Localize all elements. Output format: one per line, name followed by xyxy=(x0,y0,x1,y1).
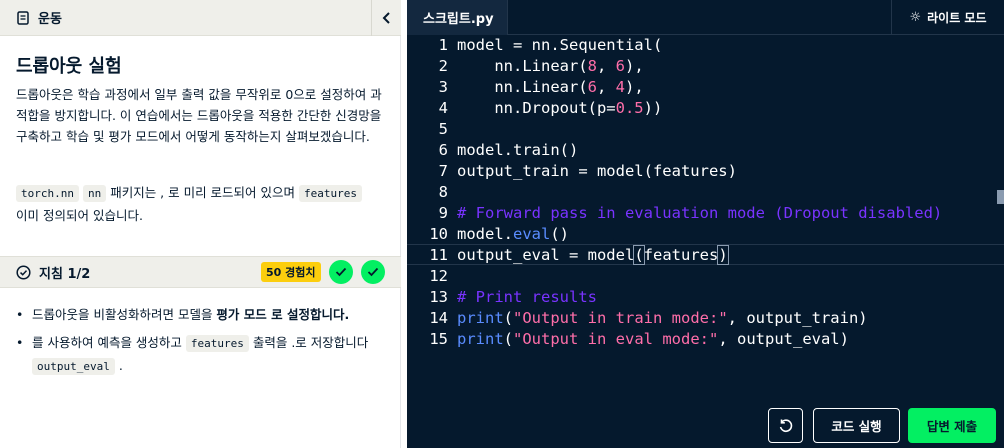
editor-scrollbar[interactable] xyxy=(997,190,1004,204)
code-line: 8 xyxy=(407,181,1004,202)
line-number: 8 xyxy=(438,182,448,201)
check-circle-icon xyxy=(16,264,31,280)
code-line: 14 print("Output in train mode:", output_… xyxy=(407,307,1004,328)
exercise-panel: 운동 드롭아웃 실험 드롭아웃은 학습 과정에서 일부 출력 값을 무작위로 0… xyxy=(0,0,401,448)
light-mode-toggle[interactable]: ☼ 라이트 모드 xyxy=(891,0,1004,35)
run-code-button[interactable]: 코드 실행 xyxy=(813,408,900,443)
instruction-item: 를 사용하여 예측을 생성하고 features 출력을 .로 저장합니다out… xyxy=(16,332,388,378)
line-number: 10 xyxy=(429,224,448,243)
code-line: 1 model = nn.Sequential( xyxy=(407,34,1004,55)
line-number: 2 xyxy=(438,56,448,75)
code-line: 13 # Print results xyxy=(407,286,1004,307)
xp-badge: 50 경험치 xyxy=(261,262,321,282)
inline-code: features xyxy=(185,335,249,352)
code-line: 12 xyxy=(407,265,1004,286)
line-number: 4 xyxy=(438,98,448,117)
step-complete-icon xyxy=(361,260,385,284)
instruction-item: 드롭아웃을 비활성화하려면 모델을 평가 모드 로 설정합니다. xyxy=(16,304,388,326)
line-number: 6 xyxy=(438,140,448,159)
code-line-active: 11 output_eval = model(features) xyxy=(407,244,1004,265)
line-number: 9 xyxy=(438,203,448,222)
chevron-left-icon xyxy=(382,12,390,24)
tab-script[interactable]: 스크립트.py xyxy=(407,0,508,35)
exercise-title: 드롭아웃 실험 xyxy=(16,56,122,77)
reset-icon xyxy=(779,418,792,432)
line-number: 14 xyxy=(429,308,448,327)
code-line: 9 # Forward pass in evaluation mode (Drop… xyxy=(407,202,1004,223)
code-editor[interactable]: 1 model = nn.Sequential( 2 nn.Linear(8, 6… xyxy=(407,34,1004,364)
code-line: 2 nn.Linear(8, 6), xyxy=(407,55,1004,76)
step-complete-icon xyxy=(329,260,353,284)
instructions-title: 지침 1/2 xyxy=(39,266,91,282)
collapse-panel-button[interactable] xyxy=(371,0,401,36)
line-number: 13 xyxy=(429,287,448,306)
code-line: 3 nn.Linear(6, 4), xyxy=(407,76,1004,97)
line-number: 11 xyxy=(429,245,448,264)
light-mode-label: 라이트 모드 xyxy=(927,11,987,25)
code-line: 6 model.train() xyxy=(407,139,1004,160)
editor-panel: 스크립트.py ☼ 라이트 모드 1 model = nn.Sequential(… xyxy=(407,0,1004,448)
instructions-list: 드롭아웃을 비활성화하려면 모델을 평가 모드 로 설정합니다. 를 사용하여 … xyxy=(16,304,388,384)
code-line: 10 model.eval() xyxy=(407,223,1004,244)
code-line: 5 xyxy=(407,118,1004,139)
context-text: 이미 정의되어 있습니다. xyxy=(16,208,143,223)
code-line: 7 output_train = model(features) xyxy=(407,160,1004,181)
line-number: 12 xyxy=(429,266,448,285)
exercise-context: torch.nn nn 패키지는 , 로 미리 로드되어 있으며 feature… xyxy=(16,182,388,227)
inline-code: features xyxy=(299,185,362,202)
submit-answer-button[interactable]: 답변 제출 xyxy=(908,408,996,443)
inline-code: torch.nn xyxy=(16,185,79,202)
exercise-description: 드롭아웃은 학습 과정에서 일부 출력 값을 무작위로 0으로 설정하여 과적합… xyxy=(16,87,382,144)
line-number: 7 xyxy=(438,161,448,180)
sun-icon: ☼ xyxy=(909,10,922,25)
reset-code-button[interactable] xyxy=(768,408,803,443)
line-number: 3 xyxy=(438,77,448,96)
context-text: 패키지는 , 로 미리 로드되어 있으며 xyxy=(106,185,300,200)
code-line: 15 print("Output in eval mode:", output_e… xyxy=(407,328,1004,349)
document-icon xyxy=(17,10,29,25)
course-title: 운동 xyxy=(38,12,62,27)
line-number: 1 xyxy=(438,35,448,54)
course-header: 운동 xyxy=(0,0,401,36)
line-number: 15 xyxy=(429,329,448,348)
inline-code: nn xyxy=(82,185,107,202)
line-number: 5 xyxy=(438,119,448,138)
editor-tab-bar: 스크립트.py ☼ 라이트 모드 xyxy=(407,0,1004,35)
inline-code: output_eval xyxy=(32,358,115,375)
code-line: 4 nn.Dropout(p=0.5)) xyxy=(407,97,1004,118)
